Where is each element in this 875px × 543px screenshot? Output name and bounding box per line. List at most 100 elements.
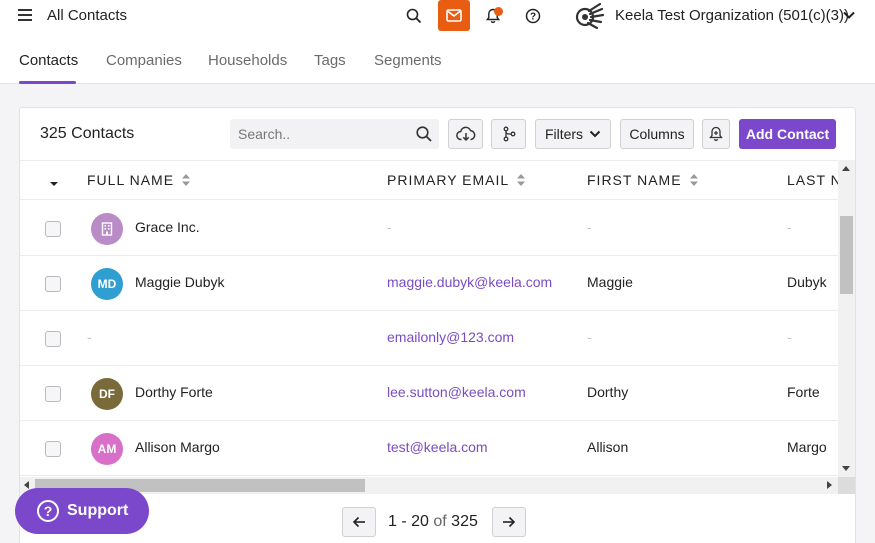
sort-icon <box>182 174 191 186</box>
active-tab-indicator <box>19 81 76 84</box>
table-header: FULL NAME PRIMARY EMAIL FIRST NAME LAST … <box>20 160 838 200</box>
first-name-cell: Allison <box>587 439 629 455</box>
table-row[interactable]: Grace Inc. - - - <box>20 201 838 256</box>
add-contact-button[interactable]: Add Contact <box>739 119 836 149</box>
select-all-dropdown-icon[interactable] <box>50 175 58 186</box>
merge-icon <box>503 126 515 142</box>
tab-bar: Contacts Companies Households Tags Segme… <box>0 34 875 84</box>
scroll-down-icon[interactable] <box>842 466 850 471</box>
tab-tags[interactable]: Tags <box>314 52 346 69</box>
contacts-count: 325 Contacts <box>40 125 135 142</box>
horizontal-scrollbar[interactable] <box>20 477 838 494</box>
download-button[interactable] <box>448 119 483 149</box>
sort-icon <box>517 174 526 186</box>
search-input[interactable] <box>238 124 408 144</box>
row-checkbox[interactable] <box>45 221 61 237</box>
last-name-cell: Dubyk <box>787 274 827 290</box>
column-header-label: FULL NAME <box>87 172 175 188</box>
last-name-cell: - <box>787 329 792 345</box>
table-body: Grace Inc. - - - MD Maggie Dubyk maggie.… <box>20 201 838 477</box>
column-header-last-name[interactable]: LAST N <box>787 172 838 188</box>
first-name-cell: Maggie <box>587 274 633 290</box>
filters-button[interactable]: Filters <box>535 119 611 149</box>
support-label: Support <box>67 502 129 519</box>
avatar <box>91 213 123 245</box>
bell-icon[interactable] <box>480 4 506 28</box>
merge-button[interactable] <box>491 119 526 149</box>
building-icon <box>101 222 113 236</box>
scroll-left-icon[interactable] <box>24 481 29 489</box>
table-row[interactable]: - emailonly@123.com - - <box>20 311 838 366</box>
email-cell[interactable]: test@keela.com <box>387 439 488 455</box>
mail-icon[interactable] <box>438 0 470 31</box>
last-name-cell: Margo <box>787 439 827 455</box>
avatar: DF <box>91 378 123 410</box>
scroll-thumb[interactable] <box>840 216 853 294</box>
avatar: MD <box>91 268 123 300</box>
full-name-cell[interactable]: Grace Inc. <box>135 219 200 235</box>
next-page-button[interactable] <box>492 507 526 537</box>
row-checkbox[interactable] <box>45 441 61 457</box>
last-name-cell: Forte <box>787 384 820 400</box>
pagination-info: 1 - 20 of 325 <box>388 513 478 531</box>
arrow-left-icon <box>352 516 365 528</box>
previous-page-button[interactable] <box>342 507 376 537</box>
table-row[interactable]: DF Dorthy Forte lee.sutton@keela.com Dor… <box>20 366 838 421</box>
last-name-cell: - <box>787 219 792 235</box>
email-cell[interactable]: emailonly@123.com <box>387 329 514 345</box>
arrow-right-icon <box>503 516 516 528</box>
organization-name[interactable]: Keela Test Organization (501(c)(3)) <box>615 7 849 24</box>
tab-contacts[interactable]: Contacts <box>19 52 78 69</box>
full-name-cell: - <box>87 329 92 345</box>
row-checkbox[interactable] <box>45 276 61 292</box>
first-name-cell: - <box>587 219 592 235</box>
chevron-down-icon[interactable] <box>842 8 856 22</box>
vertical-scrollbar[interactable] <box>838 160 855 477</box>
search-icon[interactable] <box>415 125 433 143</box>
help-glyph: ? <box>530 12 536 23</box>
menu-icon[interactable] <box>18 9 32 21</box>
avatar: AM <box>91 433 123 465</box>
column-header-full-name[interactable]: FULL NAME <box>87 172 191 188</box>
column-header-label: PRIMARY EMAIL <box>387 172 510 188</box>
search-icon[interactable] <box>401 4 427 28</box>
page-title: All Contacts <box>47 7 128 24</box>
email-cell[interactable]: maggie.dubyk@keela.com <box>387 274 552 290</box>
tab-segments[interactable]: Segments <box>374 52 442 69</box>
help-circle-icon: ? <box>37 500 59 522</box>
email-cell[interactable]: lee.sutton@keela.com <box>387 384 526 400</box>
full-name-cell[interactable]: Maggie Dubyk <box>135 274 225 290</box>
cloud-download-icon <box>455 126 475 142</box>
table-row[interactable]: AM Allison Margo test@keela.com Allison … <box>20 421 838 476</box>
page-of-label: of <box>433 513 447 530</box>
filters-label: Filters <box>544 126 584 142</box>
scrollbar-corner <box>838 477 855 494</box>
scroll-up-icon[interactable] <box>842 166 850 171</box>
help-icon[interactable]: ? <box>520 4 546 28</box>
tab-households[interactable]: Households <box>208 52 287 69</box>
column-header-primary-email[interactable]: PRIMARY EMAIL <box>387 172 526 188</box>
column-header-label: FIRST NAME <box>587 172 682 188</box>
columns-button[interactable]: Columns <box>620 119 694 149</box>
page-total: 325 <box>451 513 478 530</box>
search-box <box>230 119 439 149</box>
table-row[interactable]: MD Maggie Dubyk maggie.dubyk@keela.com M… <box>20 256 838 311</box>
first-name-cell: - <box>587 329 592 345</box>
scroll-right-icon[interactable] <box>827 481 832 489</box>
chevron-down-icon <box>589 130 601 138</box>
page-range: 1 - 20 <box>388 513 429 530</box>
full-name-cell[interactable]: Dorthy Forte <box>135 384 213 400</box>
alert-button[interactable] <box>702 119 730 149</box>
contacts-card: 325 Contacts Filters Columns Add Contact… <box>19 107 856 543</box>
organization-logo <box>574 1 605 30</box>
notification-dot <box>494 7 503 16</box>
column-header-label: LAST N <box>787 172 838 188</box>
column-header-first-name[interactable]: FIRST NAME <box>587 172 698 188</box>
tab-companies[interactable]: Companies <box>106 52 182 69</box>
full-name-cell[interactable]: Allison Margo <box>135 439 220 455</box>
bell-plus-icon <box>709 126 723 141</box>
sort-icon <box>689 174 698 186</box>
row-checkbox[interactable] <box>45 331 61 347</box>
support-button[interactable]: ? Support <box>15 488 149 534</box>
row-checkbox[interactable] <box>45 386 61 402</box>
